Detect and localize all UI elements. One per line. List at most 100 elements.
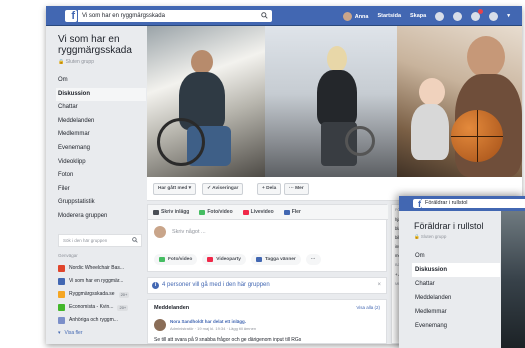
tab-files[interactable]: Fler <box>283 209 301 215</box>
post-meta: Administratör · 19 maj kl. 19:34 · Lägg … <box>170 326 257 331</box>
shortcut-item[interactable]: Economista - Kvin... 20+ <box>58 301 148 314</box>
shortcuts-heading: Genvägar <box>58 253 78 258</box>
group-icon <box>58 278 65 285</box>
more-button[interactable]: ··· Mer <box>284 183 309 195</box>
notifications-button[interactable]: ✓ Aviseringar <box>202 183 244 195</box>
search-icon[interactable] <box>132 237 138 243</box>
sidebar-item-about[interactable]: Om <box>412 249 500 263</box>
facebook-logo-icon[interactable]: f <box>65 10 77 22</box>
notification-count-badge: 20+ <box>117 304 129 311</box>
shortcuts-list: Nordic Wheelchair Bas... Vi som har en r… <box>58 262 148 340</box>
notification-count-badge: 20+ <box>118 291 130 298</box>
see-all-link[interactable]: Visa alla (2) <box>356 305 380 310</box>
tag-friends-button[interactable]: Tagga vänner <box>250 254 301 265</box>
search-value: Vi som har en ryggmärgsskada <box>82 13 165 19</box>
sidebar-item-videos[interactable]: Videoklipp <box>56 156 146 170</box>
sidebar-item-discussion[interactable]: Diskussion <box>56 87 146 102</box>
composer-tabs: Skriv inlägg Foto/video Livevideo Fler <box>148 205 388 220</box>
sidebar-item-chats[interactable]: Chattar <box>56 101 146 115</box>
post-text: Se till att svara på 9 snabba frågor och… <box>154 337 302 343</box>
create-link[interactable]: Skapa <box>410 13 426 19</box>
sidebar-item-files[interactable]: Filer <box>56 183 146 197</box>
tab-write-post[interactable]: Skriv inlägg <box>153 209 189 215</box>
top-right-nav: Anna Startsida Skapa ▾ <box>342 6 510 26</box>
shortcut-item[interactable]: Vi som har en ryggmär... <box>58 275 148 288</box>
group-icon <box>58 304 65 311</box>
tag-friends-icon <box>255 257 262 262</box>
search-input[interactable]: Föräldrar i rullstol <box>422 199 525 208</box>
shortcut-item[interactable]: Anhöriga och ryggm... <box>58 314 148 327</box>
photo-icon <box>159 257 165 262</box>
more-options-button[interactable]: ··· <box>305 254 321 265</box>
member-requests-text: 4 personer vill gå med i den här gruppen <box>162 282 270 288</box>
cover-photo-man-in-wheelchair <box>147 26 265 177</box>
post-composer: Skriv inlägg Foto/video Livevideo Fler S… <box>147 204 388 272</box>
sidebar-item-chats[interactable]: Chattar <box>412 277 500 291</box>
profile-name: Anna <box>354 13 369 20</box>
joined-button[interactable]: Har gått med ▾ <box>153 183 197 195</box>
home-link[interactable]: Startsida <box>377 13 401 19</box>
left-sidebar: Vi som har en ryggmärgsskada 🔒 Sluten gr… <box>46 26 147 344</box>
help-icon[interactable] <box>489 11 499 21</box>
post-author[interactable]: Nora Sandholdt har delat ett inlägg. <box>170 319 246 324</box>
composer-input[interactable]: Skriv något ... <box>172 229 206 235</box>
group-nav: Om Diskussion Chattar Meddelanden Medlem… <box>412 249 500 333</box>
sidebar-item-photos[interactable]: Foton <box>56 169 146 183</box>
notifications-icon[interactable] <box>471 8 484 21</box>
avatar <box>342 11 352 21</box>
sidebar-item-events[interactable]: Evenemang <box>412 319 500 333</box>
member-requests-banner[interactable]: i 4 personer vill gå med i den här grupp… <box>147 277 387 294</box>
sidebar-item-announcements[interactable]: Meddelanden <box>56 115 146 129</box>
sidebar-item-members[interactable]: Medlemmar <box>56 128 146 142</box>
sidebar-item-announcements[interactable]: Meddelanden <box>412 291 500 305</box>
group-icon <box>58 265 65 272</box>
search-icon[interactable] <box>261 12 268 19</box>
avatar <box>154 226 166 238</box>
top-navigation-bar: f Vi som har en ryggmärgsskada Anna Star… <box>46 6 522 26</box>
group-name[interactable]: Föräldrar i rullstol <box>414 221 484 231</box>
friend-requests-icon[interactable] <box>435 11 445 21</box>
cover-photo-woman-in-wheelchair <box>265 26 397 177</box>
share-button[interactable]: + Dela <box>257 183 282 195</box>
shortcut-item[interactable]: Nordic Wheelchair Bas... <box>58 262 148 275</box>
group-privacy-label: 🔒 Sluten grupp <box>414 234 447 239</box>
sidebar-item-moderate-group[interactable]: Moderera gruppen <box>56 210 146 224</box>
announcements-title: Meddelanden <box>154 305 190 311</box>
top-navigation-bar: f Föräldrar i rullstol <box>399 196 525 211</box>
tab-live-video[interactable]: Livevideo <box>242 209 274 215</box>
tab-photo-video[interactable]: Foto/video <box>199 209 233 215</box>
group-privacy-label: 🔒 Sluten grupp <box>58 59 94 65</box>
group-icon <box>58 291 65 298</box>
videoparty-button[interactable]: Videoparty <box>202 254 246 265</box>
profile-link[interactable]: Anna <box>342 11 369 21</box>
close-icon[interactable]: × <box>377 278 381 293</box>
videoparty-icon <box>207 257 214 262</box>
avatar[interactable] <box>154 319 166 331</box>
sidebar-item-discussion[interactable]: Diskussion <box>412 263 500 277</box>
account-menu-chevron-down-icon[interactable]: ▾ <box>507 13 510 19</box>
sidebar-item-members[interactable]: Medlemmar <box>412 305 500 319</box>
shortcut-item[interactable]: Ryggmärgsskada.se 20+ <box>58 288 148 301</box>
composer-actions: Foto/video Videoparty Tagga vänner ··· <box>154 254 321 265</box>
group-search-input[interactable]: Sök i den här gruppen <box>58 234 142 247</box>
group-cover-photo[interactable] <box>147 26 522 177</box>
see-more-link[interactable]: ▾ Visa fler <box>58 327 148 340</box>
second-group-window: f Föräldrar i rullstol Föräldrar i rulls… <box>399 196 525 348</box>
group-name[interactable]: Vi som har en ryggmärgsskada <box>58 34 148 56</box>
info-icon: i <box>152 282 159 289</box>
pencil-icon <box>153 209 159 215</box>
facebook-logo-icon[interactable]: f <box>413 199 422 209</box>
group-search-placeholder: Sök i den här gruppen <box>63 238 108 243</box>
photo-video-button[interactable]: Foto/video <box>154 254 198 265</box>
cover-photo-father-and-baby <box>397 26 522 177</box>
sidebar-item-group-insights[interactable]: Gruppstatistik <box>56 196 146 210</box>
photo-icon <box>199 209 206 215</box>
file-icon <box>283 209 290 215</box>
group-cover-photo[interactable] <box>501 211 525 348</box>
sidebar-item-about[interactable]: Om <box>56 74 146 88</box>
search-input[interactable]: Vi som har en ryggmärgsskada <box>78 10 272 22</box>
sidebar-item-events[interactable]: Evenemang <box>56 142 146 156</box>
group-icon <box>58 317 65 324</box>
group-nav: Om Diskussion Chattar Meddelanden Medlem… <box>56 74 146 224</box>
messenger-icon[interactable] <box>453 11 463 21</box>
